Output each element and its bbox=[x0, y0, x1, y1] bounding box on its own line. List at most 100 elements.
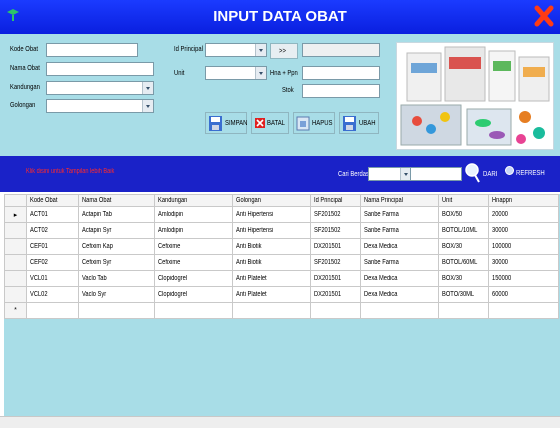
hna-ppn-input[interactable] bbox=[302, 66, 380, 80]
table-cell[interactable]: Amlodipin bbox=[154, 222, 233, 239]
table-cell[interactable]: Cefixime bbox=[154, 238, 233, 255]
table-cell[interactable]: DX201501 bbox=[310, 238, 361, 255]
golongan-combo[interactable] bbox=[46, 99, 154, 113]
table-cell[interactable]: Clopidogrel bbox=[154, 270, 233, 287]
table-cell[interactable]: Cefixim Syr bbox=[78, 254, 155, 271]
table-cell[interactable]: Dexa Medica bbox=[360, 238, 439, 255]
table-cell[interactable]: CEF01 bbox=[26, 238, 79, 255]
chevron-down-icon[interactable] bbox=[255, 67, 266, 79]
table-cell[interactable] bbox=[438, 302, 489, 319]
table-cell[interactable]: Amlodipin bbox=[154, 206, 233, 223]
table-cell[interactable]: 30000 bbox=[488, 222, 559, 239]
table-cell[interactable]: Anti Biotik bbox=[232, 238, 311, 255]
column-header[interactable]: Kode Obat bbox=[26, 194, 79, 207]
unit-combo[interactable] bbox=[205, 66, 267, 80]
ubah-button[interactable]: UBAH bbox=[339, 112, 379, 134]
row-selector[interactable]: ▸ bbox=[4, 206, 27, 223]
table-cell[interactable] bbox=[360, 302, 439, 319]
table-cell[interactable] bbox=[310, 302, 361, 319]
table-cell[interactable]: SF201502 bbox=[310, 222, 361, 239]
table-cell[interactable]: DX201501 bbox=[310, 286, 361, 303]
table-cell[interactable]: VCL01 bbox=[26, 270, 79, 287]
search-field-combo[interactable] bbox=[368, 167, 412, 181]
table-cell[interactable] bbox=[488, 302, 559, 319]
search-input[interactable] bbox=[410, 167, 462, 181]
id-principal-combo[interactable] bbox=[205, 43, 267, 57]
table-cell[interactable]: Anti Hipertensi bbox=[232, 222, 311, 239]
column-header[interactable]: Kandungan bbox=[154, 194, 233, 207]
batal-button[interactable]: BATAL bbox=[251, 112, 289, 134]
column-header[interactable]: Nama Principal bbox=[360, 194, 439, 207]
table-row[interactable]: CEF02 Cefixim Syr Cefixime Anti Biotik SF201… bbox=[4, 254, 559, 271]
nama-obat-input[interactable] bbox=[46, 62, 154, 76]
table-cell[interactable]: DX201501 bbox=[310, 270, 361, 287]
new-row[interactable]: * bbox=[4, 302, 559, 319]
column-header[interactable]: Id Principal bbox=[310, 194, 361, 207]
chevron-down-icon[interactable] bbox=[142, 100, 153, 112]
table-cell[interactable]: Anti Hipertensi bbox=[232, 206, 311, 223]
row-selector[interactable] bbox=[4, 286, 27, 303]
table-cell[interactable]: Sanbe Farma bbox=[360, 254, 439, 271]
horizontal-scrollbar[interactable] bbox=[0, 416, 560, 428]
table-cell[interactable]: 20000 bbox=[488, 206, 559, 223]
chevron-down-icon[interactable] bbox=[142, 82, 153, 94]
table-cell[interactable]: BOTOL/10ML bbox=[438, 222, 489, 239]
refresh-icon[interactable] bbox=[505, 166, 514, 175]
table-cell[interactable]: BOTO/30ML bbox=[438, 286, 489, 303]
layout-hint-link[interactable]: Klik disini untuk Tampilan lebih Baik bbox=[26, 168, 114, 175]
table-cell[interactable]: Anti Platelet bbox=[232, 270, 311, 287]
table-cell[interactable]: 30000 bbox=[488, 254, 559, 271]
table-cell[interactable]: BOX/50 bbox=[438, 206, 489, 223]
kandungan-combo[interactable] bbox=[46, 81, 154, 95]
table-row[interactable]: VCL02 Vaclo Syr Clopidogrel Anti Platelet DX… bbox=[4, 286, 559, 303]
dari-button[interactable]: DARI bbox=[483, 169, 497, 178]
stok-input[interactable] bbox=[302, 84, 380, 98]
table-cell[interactable]: BOTOL/60ML bbox=[438, 254, 489, 271]
table-cell[interactable]: Actapin Syr bbox=[78, 222, 155, 239]
chevron-down-icon[interactable] bbox=[255, 44, 266, 56]
hapus-button[interactable]: HAPUS bbox=[293, 112, 335, 134]
table-cell[interactable] bbox=[78, 302, 155, 319]
table-row[interactable]: ▸ ACT01 Actapin Tab Amlodipin Anti Hipertens… bbox=[4, 206, 559, 223]
table-row[interactable]: VCL01 Vaclo Tab Clopidogrel Anti Platelet DX… bbox=[4, 270, 559, 287]
table-cell[interactable]: Vaclo Syr bbox=[78, 286, 155, 303]
table-cell[interactable]: Cefixime bbox=[154, 254, 233, 271]
table-cell[interactable]: Clopidogrel bbox=[154, 286, 233, 303]
table-cell[interactable]: Actapin Tab bbox=[78, 206, 155, 223]
table-cell[interactable]: CEF02 bbox=[26, 254, 79, 271]
table-cell[interactable]: ACT02 bbox=[26, 222, 79, 239]
table-cell[interactable]: Vaclo Tab bbox=[78, 270, 155, 287]
table-cell[interactable]: 100000 bbox=[488, 238, 559, 255]
row-selector[interactable] bbox=[4, 238, 27, 255]
table-cell[interactable]: BOX/30 bbox=[438, 270, 489, 287]
row-selector[interactable] bbox=[4, 222, 27, 239]
table-cell[interactable] bbox=[26, 302, 79, 319]
column-header[interactable]: Unit bbox=[438, 194, 489, 207]
kode-obat-input[interactable] bbox=[46, 43, 138, 57]
table-cell[interactable]: SF201502 bbox=[310, 206, 361, 223]
table-cell[interactable]: Sanbe Farma bbox=[360, 206, 439, 223]
table-cell[interactable]: VCL02 bbox=[26, 286, 79, 303]
refresh-button[interactable]: REFRESH bbox=[516, 168, 545, 177]
search-icon[interactable] bbox=[465, 162, 481, 184]
column-header[interactable]: Nama Obat bbox=[78, 194, 155, 207]
row-selector[interactable] bbox=[4, 270, 27, 287]
table-cell[interactable]: ACT01 bbox=[26, 206, 79, 223]
close-icon[interactable] bbox=[534, 5, 554, 27]
table-cell[interactable]: SF201502 bbox=[310, 254, 361, 271]
table-cell[interactable]: Anti Biotik bbox=[232, 254, 311, 271]
table-row[interactable]: CEF01 Cefixim Kap Cefixime Anti Biotik DX201… bbox=[4, 238, 559, 255]
table-cell[interactable]: Sanbe Farma bbox=[360, 222, 439, 239]
column-header[interactable]: Hnappn bbox=[488, 194, 559, 207]
simpan-button[interactable]: SIMPAN bbox=[205, 112, 247, 134]
table-cell[interactable] bbox=[154, 302, 233, 319]
table-cell[interactable]: 60000 bbox=[488, 286, 559, 303]
table-row[interactable]: ACT02 Actapin Syr Amlodipin Anti Hipertensi… bbox=[4, 222, 559, 239]
table-cell[interactable]: BOX/30 bbox=[438, 238, 489, 255]
row-selector[interactable] bbox=[4, 254, 27, 271]
table-cell[interactable]: Anti Platelet bbox=[232, 286, 311, 303]
column-header[interactable]: Golongan bbox=[232, 194, 311, 207]
table-cell[interactable] bbox=[232, 302, 311, 319]
table-cell[interactable]: Dexa Medica bbox=[360, 270, 439, 287]
table-cell[interactable]: Cefixim Kap bbox=[78, 238, 155, 255]
